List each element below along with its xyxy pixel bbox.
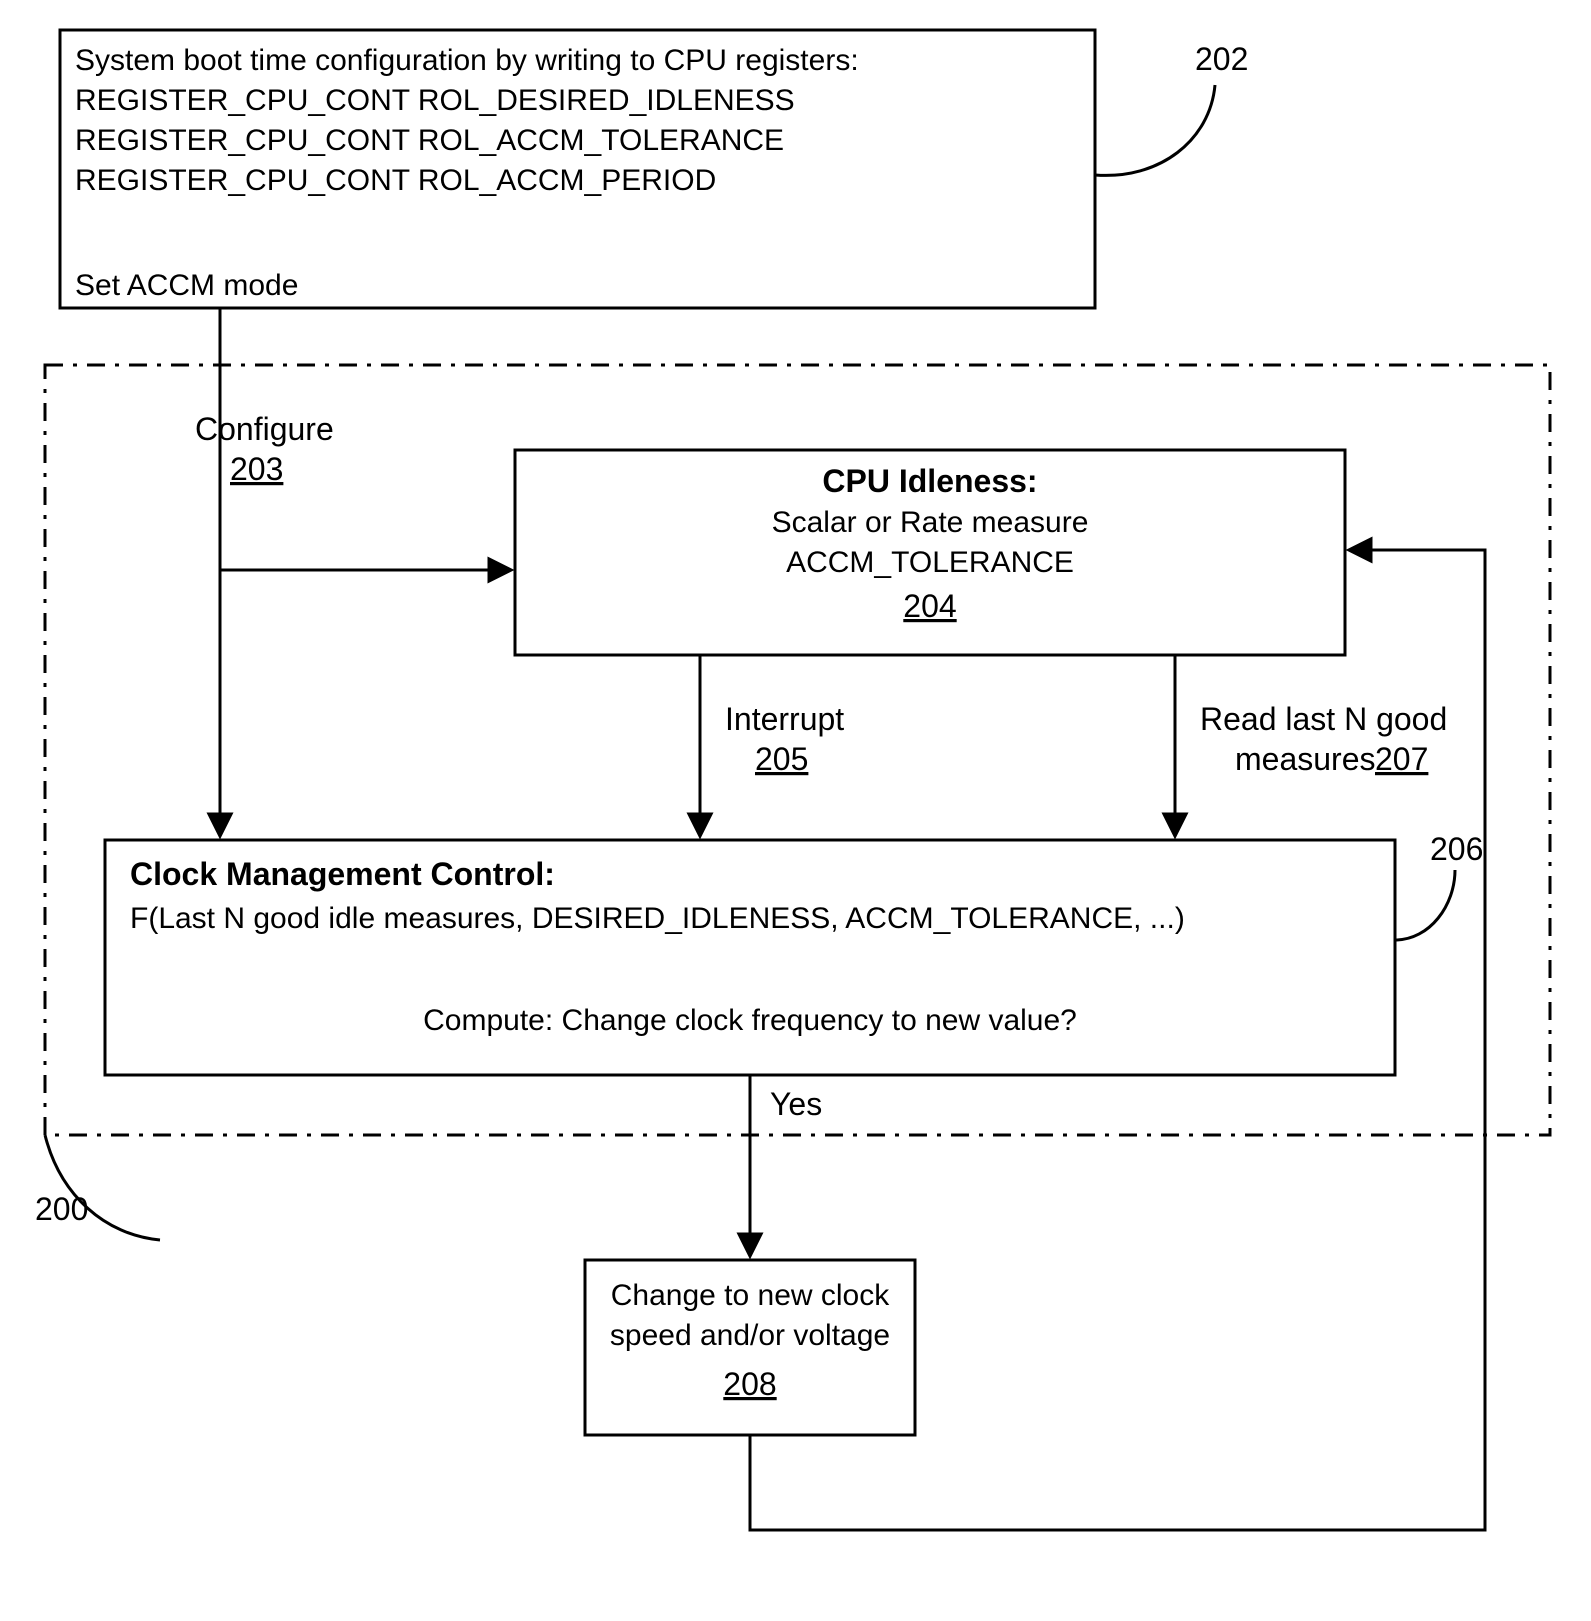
- label-206: 206: [1430, 831, 1483, 867]
- box202-line2: REGISTER_CPU_CONT ROL_DESIRED_IDLENESS: [75, 84, 795, 117]
- box202-line4: REGISTER_CPU_CONT ROL_ACCM_PERIOD: [75, 164, 716, 197]
- interrupt-label: Interrupt: [725, 701, 844, 737]
- box204-l2: Scalar or Rate measure: [772, 506, 1089, 539]
- box206-l2: F(Last N good idle measures, DESIRED_IDL…: [130, 902, 1185, 935]
- read-l2a: measures: [1235, 741, 1376, 777]
- box204-title: CPU Idleness:: [822, 463, 1037, 499]
- box202-line3: REGISTER_CPU_CONT ROL_ACCM_TOLERANCE: [75, 124, 784, 157]
- configure-ref: 203: [230, 451, 283, 487]
- box208-ref: 208: [723, 1366, 776, 1402]
- box204-ref: 204: [903, 588, 956, 624]
- box202-line1: System boot time configuration by writin…: [75, 44, 859, 77]
- label-200: 200: [35, 1191, 88, 1227]
- box206-title: Clock Management Control:: [130, 856, 555, 892]
- box206-l3: Compute: Change clock frequency to new v…: [423, 1004, 1077, 1037]
- label-202: 202: [1195, 41, 1248, 77]
- box208-l1: Change to new clock: [611, 1279, 890, 1312]
- box204-l3: ACCM_TOLERANCE: [786, 546, 1074, 579]
- interrupt-ref: 205: [755, 741, 808, 777]
- leader-206: [1395, 870, 1455, 940]
- yes-label: Yes: [770, 1086, 822, 1122]
- box202-line5: Set ACCM mode: [75, 269, 298, 302]
- configure-label: Configure: [195, 411, 334, 447]
- box208-l2: speed and/or voltage: [610, 1319, 890, 1352]
- read-ref: 207: [1375, 741, 1428, 777]
- leader-202: [1095, 85, 1215, 175]
- arrow-feedback: [750, 550, 1485, 1530]
- read-l1: Read last N good: [1200, 701, 1447, 737]
